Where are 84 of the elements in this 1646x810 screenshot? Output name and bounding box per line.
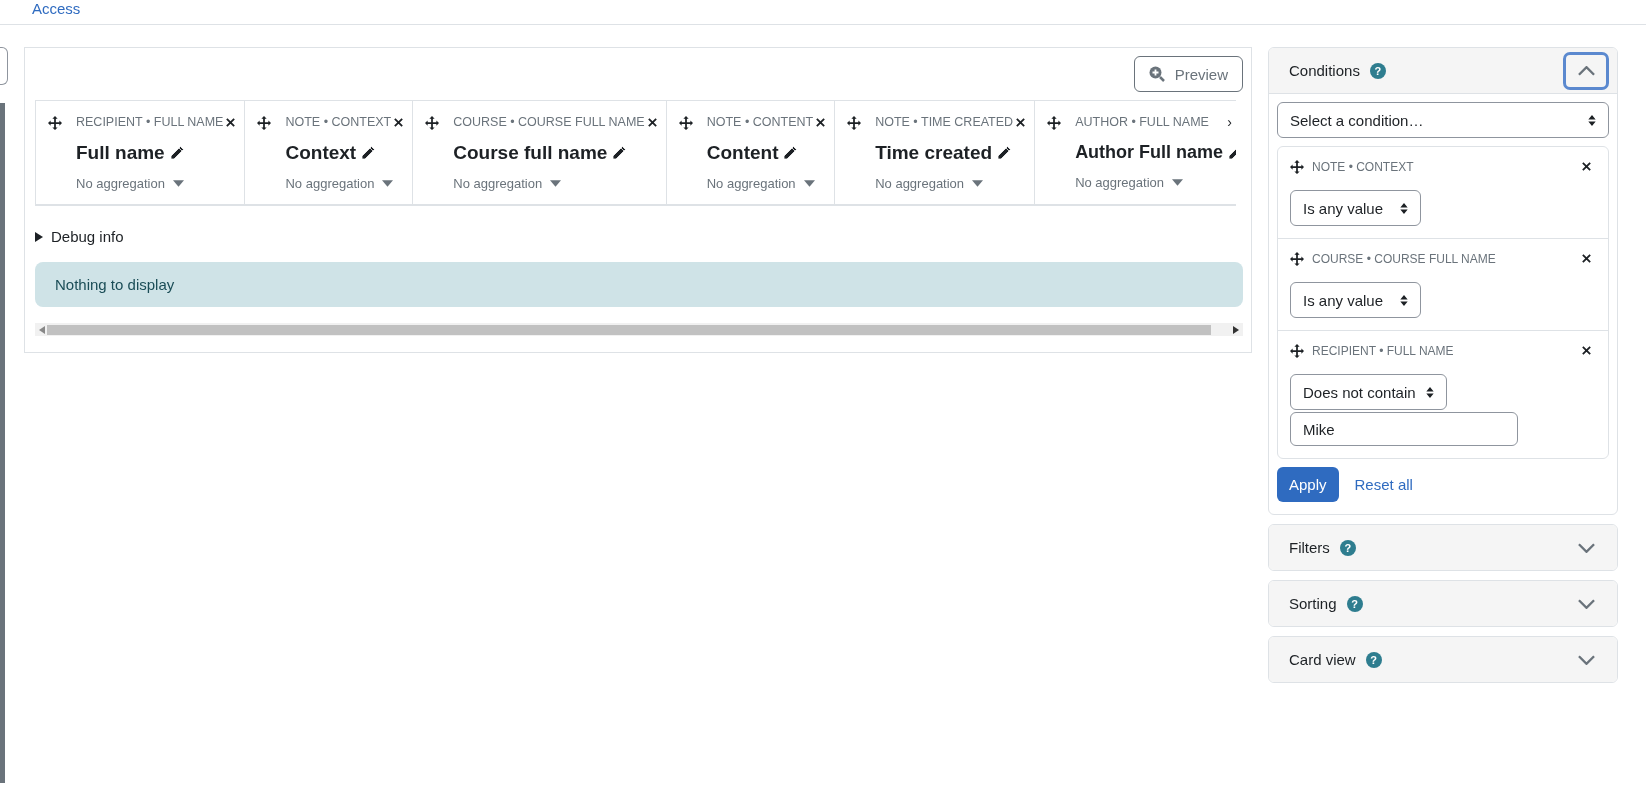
help-icon[interactable]: ? <box>1339 539 1356 556</box>
collapse-button[interactable] <box>1563 51 1609 90</box>
remove-icon[interactable] <box>225 116 237 128</box>
condition-select[interactable]: Select a condition… <box>1277 102 1609 138</box>
column-category: COURSE • COURSE FULL NAME <box>453 115 645 129</box>
move-icon[interactable] <box>1290 344 1304 358</box>
operator-select[interactable]: Is any value <box>1290 190 1421 226</box>
scroll-left-icon[interactable] <box>39 325 45 334</box>
caret-down-icon[interactable] <box>550 180 562 187</box>
remove-icon[interactable] <box>1015 116 1027 128</box>
caret-down-icon[interactable] <box>803 180 815 187</box>
aggregation-dropdown[interactable]: No aggregation <box>706 176 796 191</box>
button-edge[interactable] <box>0 47 8 85</box>
remove-icon[interactable] <box>1581 253 1592 264</box>
pencil-icon[interactable] <box>996 145 1013 161</box>
move-icon[interactable] <box>1290 160 1304 174</box>
value-field[interactable]: Mike <box>1290 412 1518 446</box>
preview-button[interactable]: Preview <box>1133 56 1243 92</box>
column-title: Time created <box>875 142 993 164</box>
caret-down-icon[interactable] <box>382 180 394 187</box>
aggregation-dropdown[interactable]: No aggregation <box>1075 175 1165 190</box>
select-arrows-icon <box>1400 202 1408 214</box>
scroll-mark[interactable]: › <box>1221 114 1232 130</box>
column-title: Full name <box>76 142 165 164</box>
select-arrows-icon <box>1588 114 1596 126</box>
section-title[interactable]: Filters <box>1289 539 1330 556</box>
help-icon[interactable]: ? <box>1365 651 1382 668</box>
help-icon[interactable]: ? <box>1346 595 1363 612</box>
select-arrows-icon <box>1400 294 1408 306</box>
operator-select[interactable]: Is any value <box>1290 282 1421 318</box>
empty-message: Nothing to display <box>35 262 1243 307</box>
column-category: RECIPIENT • FULL NAME <box>76 115 224 129</box>
remove-icon[interactable] <box>646 116 658 128</box>
condition-category: COURSE • COURSE FULL NAME <box>1312 251 1496 266</box>
caret-down-icon[interactable] <box>972 180 984 187</box>
debug-toggle[interactable]: Debug info <box>51 228 124 245</box>
chevron-icon <box>1577 654 1595 665</box>
scroll-right-icon[interactable] <box>1233 325 1239 334</box>
reset-link[interactable]: Reset all <box>1354 476 1413 493</box>
section-title[interactable]: Sorting <box>1289 595 1337 612</box>
aggregation-dropdown[interactable]: No aggregation <box>875 176 965 191</box>
move-icon[interactable] <box>1290 252 1304 266</box>
horizontal-scrollbar[interactable] <box>35 323 1243 336</box>
section-title[interactable]: Conditions <box>1289 62 1360 79</box>
nav-link[interactable]: Access <box>32 0 81 18</box>
condition-category: NOTE • CONTEXT <box>1312 159 1414 174</box>
move-icon[interactable] <box>257 116 272 130</box>
pencil-icon[interactable] <box>611 145 628 161</box>
remove-icon[interactable] <box>393 116 405 128</box>
pencil-icon[interactable] <box>360 145 377 161</box>
select-arrows-icon <box>1425 386 1434 398</box>
operator-select[interactable]: Does not contain <box>1290 374 1447 410</box>
disclosure-icon[interactable] <box>35 231 43 242</box>
move-icon[interactable] <box>678 116 693 130</box>
aggregation-dropdown[interactable]: No aggregation <box>76 176 165 191</box>
condition-category: RECIPIENT • FULL NAME <box>1312 343 1454 358</box>
chevron-icon <box>1577 542 1595 553</box>
chevron-icon <box>1577 65 1595 76</box>
remove-icon[interactable] <box>1581 161 1592 172</box>
zoom-in-icon <box>1148 66 1165 82</box>
pencil-icon[interactable] <box>168 145 185 161</box>
apply-button[interactable]: Apply <box>1277 467 1339 502</box>
aggregation-dropdown[interactable]: No aggregation <box>285 176 375 191</box>
column-title: Course full name <box>453 142 608 164</box>
move-icon[interactable] <box>847 116 862 130</box>
remove-icon[interactable] <box>815 116 827 128</box>
column-title: Content <box>706 142 779 164</box>
column-category: NOTE • CONTEXT <box>285 115 392 129</box>
move-icon[interactable] <box>425 116 440 130</box>
column-title: Context <box>285 142 357 164</box>
chevron-icon <box>1577 598 1595 609</box>
help-icon[interactable]: ? <box>1369 62 1386 79</box>
column-title: Author Full name <box>1075 142 1224 163</box>
column-category: NOTE • CONTENT <box>706 115 814 129</box>
column-category: AUTHOR • FULL NAME <box>1075 115 1209 129</box>
caret-down-icon[interactable] <box>172 180 184 187</box>
move-icon[interactable] <box>1047 116 1062 130</box>
remove-icon[interactable] <box>1581 345 1592 356</box>
column-category: NOTE • TIME CREATED <box>875 115 1014 129</box>
move-icon[interactable] <box>48 116 62 130</box>
section-title[interactable]: Card view <box>1289 651 1356 668</box>
pencil-icon[interactable] <box>782 145 799 161</box>
aggregation-dropdown[interactable]: No aggregation <box>453 176 543 191</box>
caret-down-icon[interactable] <box>1172 179 1184 186</box>
